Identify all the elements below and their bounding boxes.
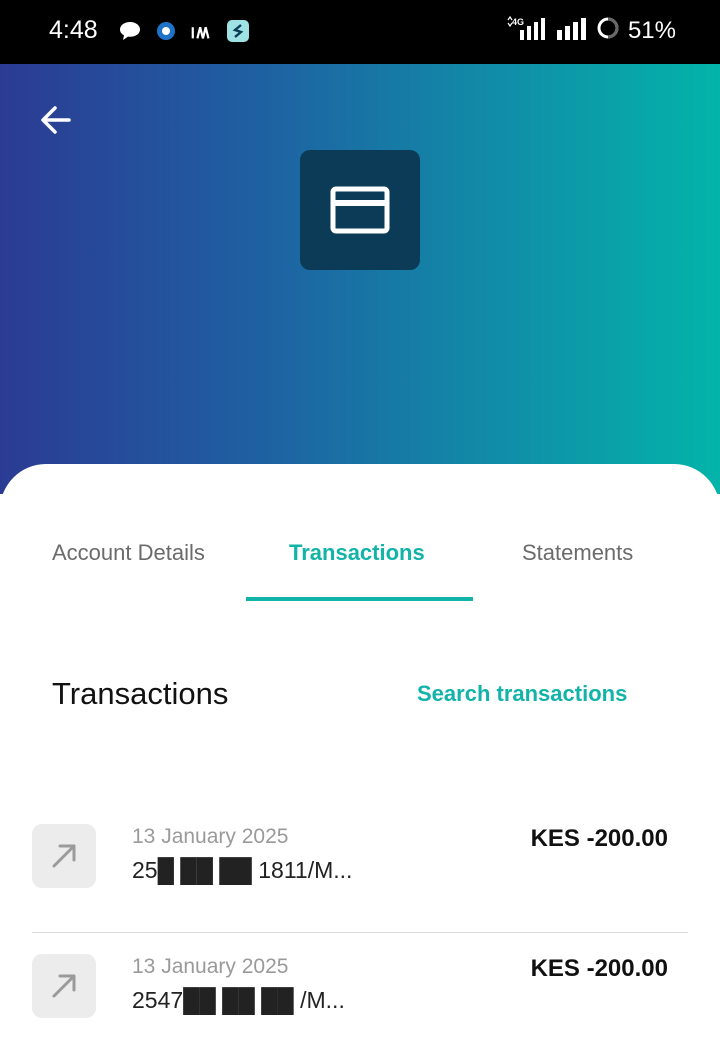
signal-4g-icon: 4G xyxy=(506,15,548,45)
signal-bars-icon xyxy=(556,16,588,45)
back-button[interactable] xyxy=(36,100,76,140)
transaction-amount: KES -200.00 xyxy=(530,955,668,982)
arrow-left-icon xyxy=(41,106,71,134)
transaction-row[interactable]: 13 January 2025 2547██ ██ ██ /M... KES -… xyxy=(32,950,688,1059)
status-bar: 4:48 4G 51% xyxy=(0,0,720,64)
account-header xyxy=(0,64,720,494)
transaction-row[interactable]: 13 January 2025 25█ ██ ██ 1811/M... KES … xyxy=(32,820,688,930)
row-divider xyxy=(32,932,688,933)
tab-statements[interactable]: Statements xyxy=(522,540,633,566)
svg-text:4G: 4G xyxy=(512,17,524,27)
arrow-up-right-icon xyxy=(32,824,96,888)
account-card-tile xyxy=(300,150,420,270)
transaction-date: 13 January 2025 xyxy=(132,955,289,978)
arrow-up-right-icon xyxy=(32,954,96,1018)
active-tab-indicator xyxy=(246,597,473,601)
battery-percent: 51% xyxy=(627,16,676,44)
credit-card-icon xyxy=(330,186,390,234)
chat-bubble-icon xyxy=(118,19,142,43)
app-badge-icon xyxy=(154,19,178,43)
tab-transactions[interactable]: Transactions xyxy=(289,540,425,566)
transaction-amount: KES -200.00 xyxy=(530,825,668,852)
im-icon xyxy=(190,19,214,43)
tab-account-details[interactable]: Account Details xyxy=(52,540,205,566)
section-title: Transactions xyxy=(52,676,229,711)
transaction-reference: 2547██ ██ ██ /M... xyxy=(132,987,345,1013)
transaction-reference: 25█ ██ ██ 1811/M... xyxy=(132,857,353,883)
battery-ring-icon xyxy=(596,16,620,45)
s-app-icon xyxy=(226,19,250,43)
system-status: 4G 51% xyxy=(506,15,676,45)
notification-icons xyxy=(118,19,250,43)
search-transactions-link[interactable]: Search transactions xyxy=(417,681,627,707)
transaction-date: 13 January 2025 xyxy=(132,825,289,848)
status-time: 4:48 xyxy=(49,16,98,44)
